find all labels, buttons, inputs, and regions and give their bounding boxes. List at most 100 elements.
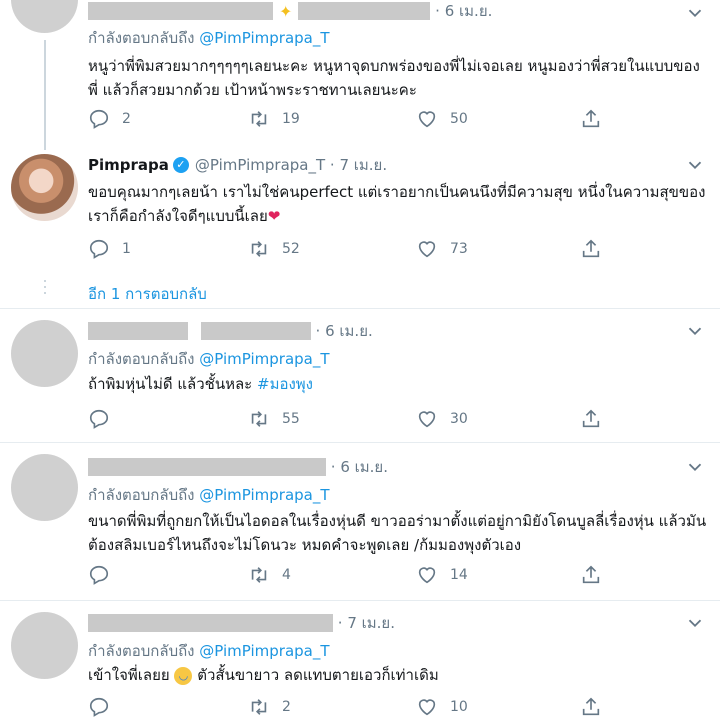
retweet-icon bbox=[248, 108, 270, 130]
tweet-date[interactable]: 6 เม.ย. bbox=[325, 319, 373, 343]
hashtag-link[interactable]: #มองพุง bbox=[257, 375, 313, 393]
reply-button[interactable] bbox=[88, 696, 122, 718]
tweet-actions: 55 30 bbox=[88, 408, 648, 432]
replying-to: กำลังตอบกลับถึง @PimPimprapa_T bbox=[88, 26, 330, 50]
retweet-icon bbox=[248, 696, 270, 718]
like-icon bbox=[416, 696, 438, 718]
replying-to: กำลังตอบกลับถึง @PimPimprapa_T bbox=[88, 347, 330, 371]
replying-handle[interactable]: @PimPimprapa_T bbox=[199, 486, 329, 504]
reply-count: 2 bbox=[122, 111, 131, 127]
share-icon bbox=[580, 108, 602, 130]
replying-label: กำลังตอบกลับถึง bbox=[88, 486, 195, 504]
display-name[interactable]: Pimprapa bbox=[88, 156, 169, 174]
like-count: 14 bbox=[450, 567, 468, 583]
retweet-button[interactable]: 2 bbox=[248, 696, 291, 718]
tweet-date[interactable]: 6 เม.ย. bbox=[340, 455, 388, 479]
replying-handle[interactable]: @PimPimprapa_T bbox=[199, 350, 329, 368]
like-count: 73 bbox=[450, 241, 468, 257]
tweet-header: · 6 เม.ย. bbox=[88, 320, 373, 342]
replying-label: กำลังตอบกลับถึง bbox=[88, 642, 195, 660]
separator-dot: · bbox=[430, 2, 445, 20]
tweet-text: เข้าใจพี่เลยย ◡ ตัวสั้นขายาว ลดแทบตายเอว… bbox=[88, 663, 708, 687]
user-handle[interactable]: @PimPimprapa_T bbox=[195, 156, 325, 174]
tweet-5[interactable]: · 7 เม.ย. กำลังตอบกลับถึง @PimPimprapa_T… bbox=[0, 600, 720, 720]
share-button[interactable] bbox=[580, 408, 614, 430]
replying-label: กำลังตอบกลับถึง bbox=[88, 29, 195, 47]
like-button[interactable]: 30 bbox=[416, 408, 468, 430]
retweet-button[interactable]: 19 bbox=[248, 108, 300, 130]
share-icon bbox=[580, 564, 602, 586]
like-button[interactable]: 73 bbox=[416, 238, 468, 260]
like-button[interactable]: 14 bbox=[416, 564, 468, 586]
share-button[interactable] bbox=[580, 108, 614, 130]
tweet-header: ✦ · 6 เม.ย. bbox=[88, 0, 492, 22]
avatar[interactable] bbox=[11, 320, 78, 387]
tweet-2[interactable]: Pimprapa ✓ @PimPimprapa_T · 7 เม.ย. ขอบค… bbox=[0, 140, 720, 309]
avatar[interactable] bbox=[11, 0, 78, 33]
red-heart-emoji: ❤ bbox=[267, 207, 281, 225]
tweet-actions: 2 10 bbox=[88, 696, 648, 720]
chevron-down-icon[interactable] bbox=[684, 612, 706, 634]
separator-dot: · bbox=[325, 156, 340, 174]
avatar[interactable] bbox=[11, 454, 78, 521]
reply-icon bbox=[88, 408, 110, 430]
like-count: 10 bbox=[450, 699, 468, 715]
chevron-down-icon[interactable] bbox=[684, 320, 706, 342]
reply-button[interactable]: 1 bbox=[88, 238, 131, 260]
tweet-actions: 2 19 50 bbox=[88, 108, 648, 132]
tweet-text: ขนาดพี่พิมที่ถูกยกให้เป็นไอดอลในเรื่องหุ… bbox=[88, 512, 707, 554]
retweet-count: 19 bbox=[282, 111, 300, 127]
tweet-actions: 4 14 bbox=[88, 564, 648, 588]
tweet-date[interactable]: 6 เม.ย. bbox=[445, 0, 493, 23]
replying-handle[interactable]: @PimPimprapa_T bbox=[199, 29, 329, 47]
like-icon bbox=[416, 238, 438, 260]
tweet-date[interactable]: 7 เม.ย. bbox=[339, 153, 387, 177]
tweet-date[interactable]: 7 เม.ย. bbox=[347, 611, 395, 635]
show-more-replies-link[interactable]: อีก 1 การตอบกลับ bbox=[88, 282, 207, 306]
redacted-username bbox=[88, 614, 333, 632]
avatar[interactable] bbox=[11, 154, 78, 221]
tweet-header: · 6 เม.ย. bbox=[88, 456, 388, 478]
avatar[interactable] bbox=[11, 612, 78, 679]
tweet-1[interactable]: ✦ · 6 เม.ย. กำลังตอบกลับถึง @PimPimprapa… bbox=[0, 0, 720, 150]
tweet-4[interactable]: · 6 เม.ย. กำลังตอบกลับถึง @PimPimprapa_T… bbox=[0, 442, 720, 601]
loudly-crying-emoji: ◡ bbox=[174, 666, 193, 685]
reply-button[interactable] bbox=[88, 564, 122, 586]
retweet-icon bbox=[248, 408, 270, 430]
like-icon bbox=[416, 408, 438, 430]
like-button[interactable]: 50 bbox=[416, 108, 468, 130]
replying-label: กำลังตอบกลับถึง bbox=[88, 350, 195, 368]
retweet-count: 4 bbox=[282, 567, 291, 583]
redacted-username bbox=[88, 2, 273, 20]
separator-dot: · bbox=[310, 322, 326, 340]
chevron-down-icon[interactable] bbox=[684, 154, 706, 176]
share-button[interactable] bbox=[580, 238, 614, 260]
share-icon bbox=[580, 238, 602, 260]
redacted-username bbox=[88, 322, 188, 340]
retweet-icon bbox=[248, 238, 270, 260]
reply-button[interactable]: 2 bbox=[88, 108, 131, 130]
share-icon bbox=[580, 696, 602, 718]
retweet-button[interactable]: 4 bbox=[248, 564, 291, 586]
reply-button[interactable] bbox=[88, 408, 122, 430]
reply-count: 1 bbox=[122, 241, 131, 257]
tweet-text-after: ตัวสั้นขายาว ลดแทบตายเอวก็เท่าเดิม bbox=[197, 666, 439, 684]
share-button[interactable] bbox=[580, 564, 614, 586]
retweet-button[interactable]: 55 bbox=[248, 408, 300, 430]
share-button[interactable] bbox=[580, 696, 614, 718]
redacted-handle bbox=[298, 2, 431, 20]
like-button[interactable]: 10 bbox=[416, 696, 468, 718]
replying-handle[interactable]: @PimPimprapa_T bbox=[199, 642, 329, 660]
replying-to: กำลังตอบกลับถึง @PimPimprapa_T bbox=[88, 483, 330, 507]
chevron-down-icon[interactable] bbox=[684, 2, 706, 24]
tweet-3[interactable]: · 6 เม.ย. กำลังตอบกลับถึง @PimPimprapa_T… bbox=[0, 308, 720, 443]
separator-dot: · bbox=[333, 614, 348, 632]
retweet-button[interactable]: 52 bbox=[248, 238, 300, 260]
replying-to: กำลังตอบกลับถึง @PimPimprapa_T bbox=[88, 639, 330, 663]
tweet-text: ถ้าพิมหุ่นไม่ดี แล้วชั้นหละ #มองพุง bbox=[88, 372, 708, 396]
retweet-icon bbox=[248, 564, 270, 586]
tweet-actions: 1 52 73 bbox=[88, 238, 648, 262]
like-icon bbox=[416, 564, 438, 586]
chevron-down-icon[interactable] bbox=[684, 456, 706, 478]
like-count: 50 bbox=[450, 111, 468, 127]
